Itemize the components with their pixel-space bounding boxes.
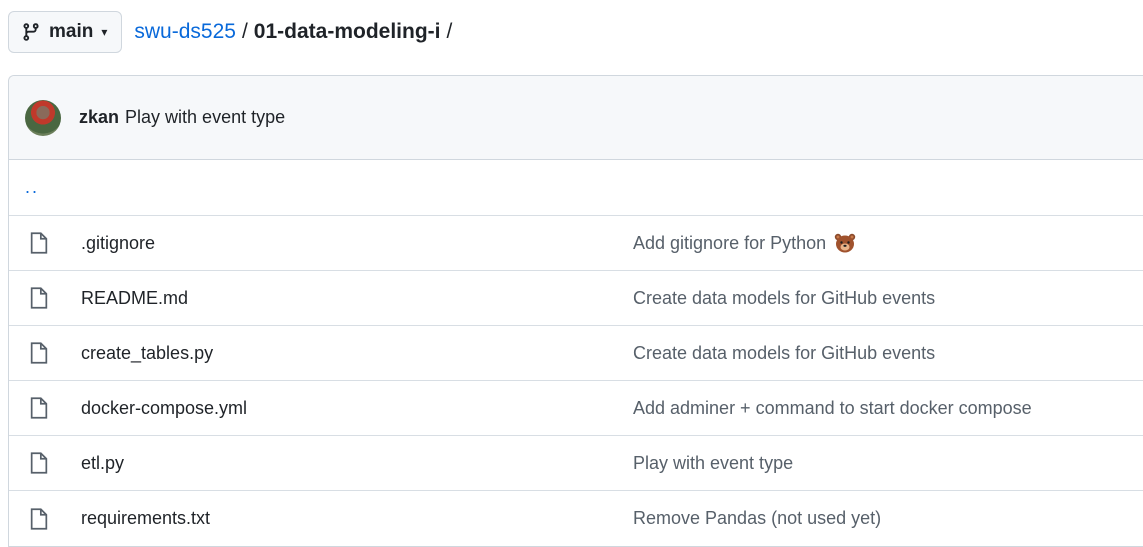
- file-icon: [30, 287, 48, 309]
- file-commit-message[interactable]: Play with event type: [633, 453, 793, 474]
- file-name-link[interactable]: requirements.txt: [81, 508, 633, 529]
- file-name-link[interactable]: README.md: [81, 288, 633, 309]
- breadcrumb-separator: /: [241, 20, 248, 43]
- triangle-down-icon: ▾: [101, 25, 108, 39]
- table-row: requirements.txt Remove Pandas (not used…: [9, 491, 1143, 546]
- file-commit-message[interactable]: Remove Pandas (not used yet): [633, 508, 881, 529]
- branch-name: main: [49, 21, 94, 42]
- file-name-link[interactable]: etl.py: [81, 453, 633, 474]
- table-row: README.md Create data models for GitHub …: [9, 271, 1143, 326]
- latest-commit-bar: zkan Play with event type: [9, 76, 1143, 160]
- bear-icon: [834, 233, 856, 253]
- breadcrumb-current-dir: 01-data-modeling-i: [253, 20, 441, 43]
- file-icon: [30, 342, 48, 364]
- file-name-link[interactable]: create_tables.py: [81, 343, 633, 364]
- avatar[interactable]: [25, 99, 61, 136]
- file-commit-message[interactable]: Add adminer + command to start docker co…: [633, 398, 1032, 419]
- file-listing: zkan Play with event type .. .gitignore …: [8, 75, 1143, 547]
- breadcrumb: swu-ds525 / 01-data-modeling-i /: [134, 20, 458, 44]
- file-commit-message[interactable]: Create data models for GitHub events: [633, 288, 935, 309]
- file-icon: [30, 232, 48, 254]
- file-commit-message[interactable]: Create data models for GitHub events: [633, 343, 935, 364]
- file-icon: [30, 452, 48, 474]
- file-name-link[interactable]: docker-compose.yml: [81, 398, 633, 419]
- file-commit-text: Add gitignore for Python: [633, 232, 827, 253]
- table-row: docker-compose.yml Add adminer + command…: [9, 381, 1143, 436]
- breadcrumb-separator: /: [446, 20, 453, 43]
- branch-select-button[interactable]: main ▾: [8, 11, 123, 53]
- table-row: create_tables.py Create data models for …: [9, 326, 1143, 381]
- git-branch-icon: [23, 23, 39, 41]
- table-row: .gitignore Add gitignore for Python: [9, 216, 1143, 271]
- file-commit-message[interactable]: Add gitignore for Python: [633, 233, 856, 254]
- breadcrumb-repo-link[interactable]: swu-ds525: [134, 20, 236, 44]
- repo-navigation: main ▾ swu-ds525 / 01-data-modeling-i /: [8, 10, 458, 54]
- parent-directory-link[interactable]: ..: [9, 160, 1143, 216]
- commit-message[interactable]: Play with event type: [125, 107, 285, 128]
- table-row: etl.py Play with event type: [9, 436, 1143, 491]
- file-icon: [30, 397, 48, 419]
- file-name-link[interactable]: .gitignore: [81, 233, 633, 254]
- file-icon: [30, 507, 48, 530]
- commit-author[interactable]: zkan: [79, 107, 119, 128]
- parent-directory-label: ..: [25, 177, 40, 197]
